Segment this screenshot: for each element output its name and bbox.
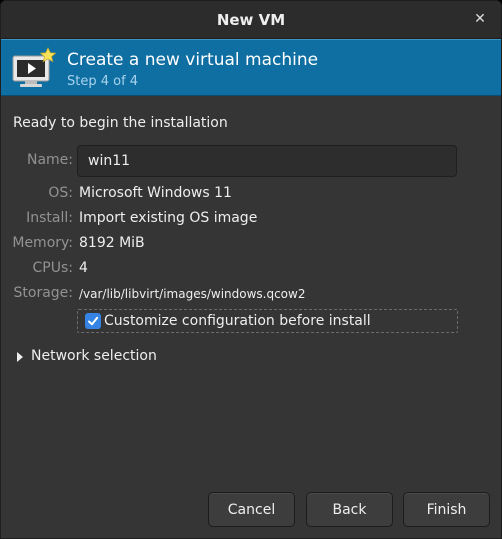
close-icon[interactable]: ✕	[471, 10, 489, 28]
virtual-machine-icon	[12, 47, 57, 87]
banner-title: Create a new virtual machine	[67, 50, 319, 70]
network-selection-label: Network selection	[31, 348, 157, 364]
customize-label: Customize configuration before install	[104, 313, 371, 329]
storage-label: Storage:	[13, 285, 74, 301]
customize-checkbox[interactable]	[85, 313, 101, 329]
checkmark-icon	[88, 316, 99, 326]
banner-step: Step 4 of 4	[67, 74, 139, 89]
cpus-value: 4	[79, 260, 88, 276]
os-label: OS:	[48, 185, 73, 201]
customize-checkbox-row[interactable]: Customize configuration before install	[77, 309, 458, 333]
wizard-banner: Create a new virtual machine Step 4 of 4	[1, 39, 501, 96]
finish-button[interactable]: Finish	[403, 492, 490, 527]
storage-value: /var/lib/libvirt/images/windows.qcow2	[79, 287, 306, 301]
titlebar: New VM ✕	[1, 1, 501, 39]
cancel-button[interactable]: Cancel	[208, 492, 295, 527]
expand-arrow-icon	[17, 352, 23, 362]
install-value: Import existing OS image	[79, 210, 258, 226]
back-button[interactable]: Back	[306, 492, 393, 527]
summary-heading: Ready to begin the installation	[13, 115, 228, 131]
memory-label: Memory:	[12, 235, 73, 251]
name-label: Name:	[26, 152, 73, 168]
cpus-label: CPUs:	[32, 260, 73, 276]
os-value: Microsoft Windows 11	[79, 185, 232, 201]
install-label: Install:	[26, 210, 73, 226]
new-vm-dialog: New VM ✕ Create a new virtual machine St…	[0, 0, 502, 539]
memory-value: 8192 MiB	[79, 235, 145, 251]
window-title: New VM	[216, 11, 286, 29]
name-field[interactable]	[77, 145, 457, 177]
